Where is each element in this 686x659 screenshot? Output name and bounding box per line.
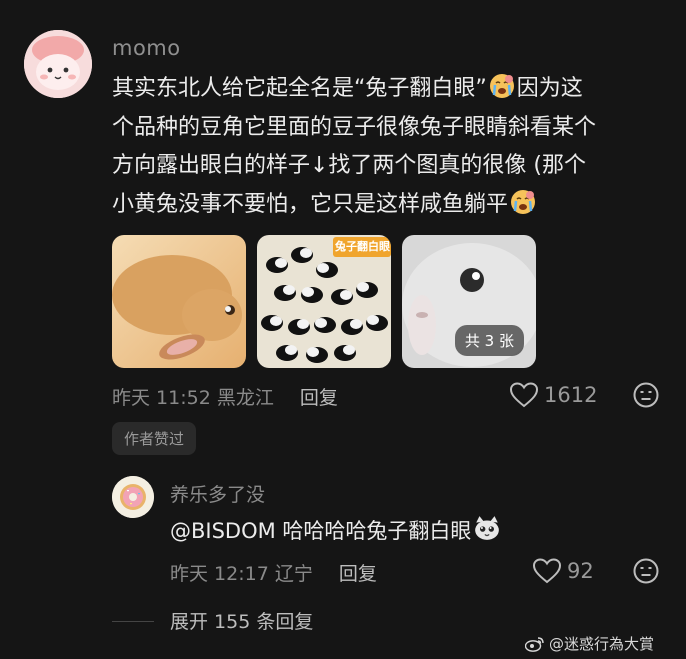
beans-photo-icon [257,235,391,368]
comment-text-line-2: 个品种的豆角它里面的豆子很像兔子眼睛斜看某个 [112,114,597,140]
reply-text: @BISDOM 哈哈哈哈兔子翻白眼 [170,514,503,545]
reply-location: 辽宁 [274,563,313,585]
avatar[interactable] [24,30,92,98]
expand-divider [112,621,154,622]
username[interactable]: momo [112,36,181,60]
reply-like-button[interactable]: 92 [533,558,594,584]
comment-location: 黑龙江 [216,387,274,409]
watermark-text: @迷惑行為大賞 [549,635,655,653]
comment-text-line-3: 方向露出眼白的样子↓找了两个图真的很像 (那个 [112,153,587,178]
comment-text-line-1: 其实东北人给它起全名是“兔子翻白眼” [112,76,487,101]
rabbit-lying-photo-icon [112,235,246,368]
image-thumbnail-3[interactable]: 共 3 张 [402,235,536,368]
cat-emoji-icon [475,516,500,540]
reply-username[interactable]: 养乐多了没 [170,480,265,507]
image-count-badge: 共 3 张 [454,325,524,356]
like-count: 1612 [544,383,598,407]
dislike-face-icon[interactable] [633,558,659,588]
expand-replies-button[interactable]: 展开 155 条回复 [170,607,313,634]
crying-emoji-icon [489,74,514,98]
reply-text-content: @BISDOM 哈哈哈哈兔子翻白眼 [170,519,472,543]
donut-avatar-icon [112,476,154,518]
crying-emoji-icon [511,189,536,214]
like-button[interactable]: 1612 [510,382,597,408]
comment-text: 其实东北人给它起全名是“兔子翻白眼” 因为这 个品种的豆角它里面的豆子很像兔子眼… [112,70,632,224]
reply-button[interactable]: 回复 [300,387,338,409]
image-thumbnail-2[interactable]: 兔子翻白眼 [257,235,391,368]
image-thumbnail-1[interactable] [112,235,246,368]
heart-icon [510,382,538,408]
reply-meta: 昨天 12:17 辽宁 回复 [170,559,377,586]
comment-time: 昨天 11:52 [112,387,211,409]
weibo-logo-icon [525,636,544,652]
dislike-face-icon[interactable] [633,382,659,412]
reply-reply-button[interactable]: 回复 [339,563,377,585]
watermark: @迷惑行為大賞 [525,633,654,654]
heart-icon [533,558,561,584]
reply-time: 昨天 12:17 [170,563,269,585]
comment-text-line-1b: 因为这 [516,76,583,101]
comment-meta: 昨天 11:52 黑龙江 回复 [112,383,338,410]
reply-avatar[interactable] [112,476,154,518]
comment-text-line-4: 小黄兔没事不要怕，它只是这样咸鱼躺平 [112,191,509,217]
beans-photo-caption: 兔子翻白眼 [335,240,390,253]
author-liked-badge: 作者赞过 [112,422,197,455]
reply-like-count: 92 [567,559,594,583]
avatar-cartoon-icon [24,30,92,98]
